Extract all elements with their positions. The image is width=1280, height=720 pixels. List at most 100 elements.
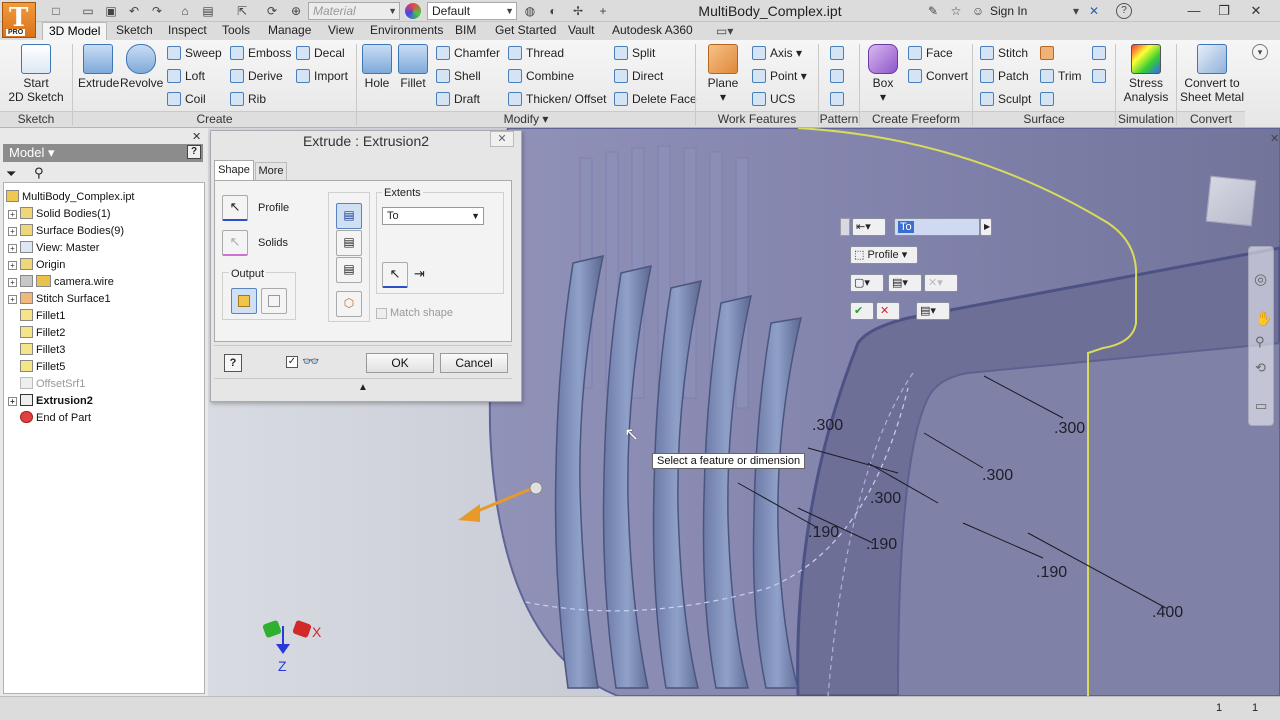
tab-get-started[interactable]: Get Started (489, 22, 562, 40)
extents-dropdown[interactable]: To ▼ (382, 207, 484, 225)
tree-node-solid-bodies[interactable]: + Solid Bodies(1) (8, 206, 111, 222)
profile-selector-button[interactable]: ⬚ Profile ▾ (850, 246, 918, 264)
shell-button[interactable]: Shell (436, 69, 481, 83)
point-button[interactable]: Point ▾ (752, 69, 807, 83)
stitch-button[interactable]: Stitch (980, 46, 1028, 60)
favorites-icon[interactable]: ☆ (948, 3, 964, 19)
dimension-label[interactable]: .300 (982, 467, 1013, 485)
adjust-appearance-icon[interactable]: ◐ (545, 3, 561, 19)
tree-node-end-of-part[interactable]: End of Part (20, 410, 91, 426)
fx-icon[interactable]: ✢ (570, 3, 586, 19)
revolve-button[interactable]: Revolve (120, 44, 163, 90)
cancel-x-icon[interactable]: ✕ (876, 302, 900, 320)
draft-button[interactable]: Draft (436, 92, 480, 106)
home-icon[interactable]: ⌂ (177, 3, 193, 19)
tab-3d-model[interactable]: 3D Model (42, 22, 108, 40)
ok-button[interactable]: OK (366, 353, 434, 373)
mini-toolbar-options-dropdown[interactable]: ▤▾ (916, 302, 950, 320)
tab-sketch[interactable]: Sketch (110, 22, 159, 40)
update-icon[interactable]: ⟳ (264, 3, 280, 19)
convert-freeform-button[interactable]: Convert (908, 69, 968, 83)
dimension-label[interactable]: .190 (1036, 564, 1067, 582)
dimension-label[interactable]: .300 (870, 490, 901, 508)
to-face-select-button[interactable]: ↖ (382, 262, 408, 288)
tree-node-origin[interactable]: + Origin (8, 257, 65, 273)
thread-button[interactable]: Thread (508, 46, 564, 60)
dimension-label[interactable]: .300 (812, 417, 843, 435)
open-folder-icon[interactable]: ▭ (80, 3, 96, 19)
tab-bim[interactable]: BIM (449, 22, 482, 40)
tab-more[interactable]: More (255, 162, 287, 180)
tree-node-fillet5[interactable]: Fillet5 (20, 359, 65, 375)
material-dropdown[interactable]: Material ▼ (308, 2, 400, 20)
browser-close-icon[interactable]: ✕ (192, 130, 201, 143)
extrude-button[interactable]: Extrude (78, 44, 119, 90)
tree-node-stitch-surface1[interactable]: + Stitch Surface1 (8, 291, 111, 307)
rectangular-pattern-button[interactable] (830, 46, 848, 60)
close-icon[interactable]: ✕ (1242, 2, 1270, 20)
tree-node-fillet3[interactable]: Fillet3 (20, 342, 65, 358)
ribbon-options-icon[interactable]: ▭▾ (716, 23, 733, 39)
face-button[interactable]: Face (908, 46, 953, 60)
sculpt-button[interactable]: Sculpt (980, 92, 1031, 106)
find-binoculars-icon[interactable]: ⚲ (34, 165, 44, 181)
new-solid-button[interactable]: ⬡ (336, 291, 362, 317)
browser-header[interactable]: Model ▾ (3, 144, 203, 162)
sweep-button[interactable]: Sweep (167, 46, 222, 60)
tree-node-fillet2[interactable]: Fillet2 (20, 325, 65, 341)
preview-checkbox[interactable]: ✓ (286, 356, 298, 368)
join-button[interactable]: ▤ (336, 203, 362, 229)
cancel-button[interactable]: Cancel (440, 353, 508, 373)
ruled-surface-button[interactable] (1040, 46, 1058, 60)
solid-output-dropdown[interactable]: ▢▾ (850, 274, 884, 292)
panel-label-modify[interactable]: Modify ▾ (357, 111, 695, 127)
tab-environments[interactable]: Environments (364, 22, 449, 40)
thicken-offset-button[interactable]: Thicken/ Offset (508, 92, 606, 106)
dimension-label[interactable]: .190 (866, 536, 897, 554)
tree-node-view-master[interactable]: + View: Master (8, 240, 99, 256)
tab-autodesk-a360[interactable]: Autodesk A360 (606, 22, 699, 40)
tree-node-offsetsrf1[interactable]: OffsetSrf1 (20, 376, 85, 392)
look-at-icon[interactable]: ▭ (1255, 398, 1267, 414)
patch-button[interactable]: Patch (980, 69, 1029, 83)
import-button[interactable]: Import (296, 69, 348, 83)
new-file-icon[interactable]: □ (48, 3, 64, 19)
derive-button[interactable]: Derive (230, 69, 283, 83)
sign-in-dropdown-icon[interactable]: ▾ (1068, 3, 1084, 19)
save-icon[interactable]: ▣ (103, 3, 119, 19)
cut-button[interactable]: ▤ (336, 230, 362, 256)
maximize-icon[interactable]: ❐ (1210, 2, 1238, 20)
filter-icon[interactable]: ⏷ (6, 166, 16, 182)
split-button[interactable]: Split (614, 46, 655, 60)
replace-face-button[interactable] (1092, 46, 1110, 60)
fillet-button[interactable]: Fillet (396, 44, 430, 90)
full-navigation-wheel-icon[interactable]: ◎ (1254, 270, 1267, 288)
axis-button[interactable]: Axis ▾ (752, 46, 802, 60)
orbit-icon[interactable]: ⟲ (1255, 360, 1266, 376)
mini-toolbar-arrow[interactable]: ▶ (980, 218, 992, 236)
dimension-label[interactable]: .300 (1054, 420, 1085, 438)
tab-inspect[interactable]: Inspect (162, 22, 213, 40)
dialog-expand-toggle[interactable]: ▲ (214, 378, 512, 396)
combine-button[interactable]: Combine (508, 69, 574, 83)
start-2d-sketch-button[interactable]: Start 2D Sketch (8, 44, 64, 104)
redo-icon[interactable]: ↷ (149, 3, 165, 19)
sign-in-link[interactable]: Sign In (990, 4, 1027, 18)
mini-toolbar-grip[interactable] (840, 218, 850, 236)
rib-button[interactable]: Rib (230, 92, 266, 106)
appearance-dropdown[interactable]: Default ▼ (427, 2, 517, 20)
minimize-icon[interactable]: — (1180, 2, 1208, 20)
direction-dropdown[interactable]: ✕▾ (924, 274, 958, 292)
emboss-button[interactable]: Emboss (230, 46, 291, 60)
tab-vault[interactable]: Vault (562, 22, 600, 40)
ucs-button[interactable]: UCS (752, 92, 795, 106)
coil-button[interactable]: Coil (167, 92, 206, 106)
solid-output-button[interactable] (231, 288, 257, 314)
tab-manage[interactable]: Manage (262, 22, 317, 40)
direct-button[interactable]: Direct (614, 69, 663, 83)
surface-output-button[interactable] (261, 288, 287, 314)
plane-button[interactable]: Plane ▾ (704, 44, 742, 104)
trim-button[interactable]: Trim (1040, 69, 1082, 83)
match-shape-checkbox[interactable] (376, 308, 387, 319)
profile-select-button[interactable]: ↖ (222, 195, 248, 221)
